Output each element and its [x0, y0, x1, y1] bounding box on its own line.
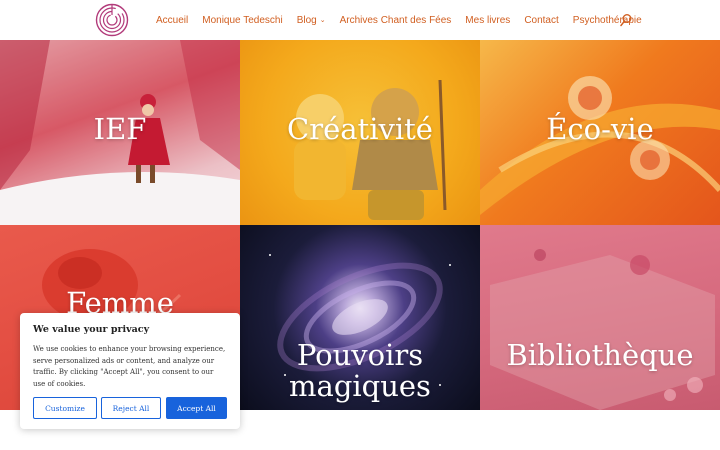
tile-label: Pouvoirs magiques [240, 340, 480, 402]
labyrinth-logo-icon[interactable] [94, 3, 130, 37]
nav-label: Contact [524, 14, 559, 26]
reject-all-button[interactable]: Reject All [101, 397, 161, 419]
nav-blog[interactable]: Blog ⌄ [297, 15, 326, 26]
cookie-consent-banner: We value your privacy We use cookies to … [20, 313, 240, 429]
nav-archives[interactable]: Archives Chant des Fées [340, 15, 452, 26]
tile-label-line2: magiques [289, 369, 431, 403]
tile-label: Créativité [287, 112, 433, 146]
cookie-description: We use cookies to enhance your browsing … [33, 345, 226, 388]
tile-eco-vie[interactable]: Éco-vie [480, 40, 720, 225]
nav-label: Blog [296, 14, 317, 26]
tile-label: IEF [93, 112, 147, 146]
nav-mes-livres[interactable]: Mes livres [465, 15, 510, 26]
nav-label: Monique Tedeschi [202, 14, 283, 26]
nav-contact[interactable]: Contact [524, 15, 558, 26]
nav-label: Mes livres [465, 14, 511, 26]
nav-monique-tedeschi[interactable]: Monique Tedeschi [202, 15, 282, 26]
tile-ief[interactable]: IEF [0, 40, 240, 225]
tile-pouvoirs-magiques[interactable]: Pouvoirs magiques [240, 225, 480, 410]
customize-button[interactable]: Customize [33, 397, 97, 419]
tile-label: Éco-vie [546, 112, 654, 146]
accept-all-button[interactable]: Accept All [166, 397, 227, 419]
site-header: Accueil Monique Tedeschi Blog ⌄ Archives … [0, 0, 720, 40]
nav-label: Archives Chant des Fées [339, 14, 452, 26]
tile-label: Bibliothèque [506, 338, 694, 372]
tile-label-line1: Pouvoirs [296, 338, 424, 372]
nav-accueil[interactable]: Accueil [156, 15, 188, 26]
tile-creativite[interactable]: Créativité [240, 40, 480, 225]
cookie-buttons: Customize Reject All Accept All [33, 397, 227, 419]
book-roses-image [490, 249, 715, 410]
cookie-title: We value your privacy [33, 324, 150, 335]
search-icon[interactable] [620, 13, 632, 27]
chevron-down-icon: ⌄ [319, 17, 326, 24]
main-navigation: Accueil Monique Tedeschi Blog ⌄ Archives … [156, 0, 656, 40]
nav-label: Accueil [156, 14, 189, 26]
tile-bibliotheque[interactable]: Bibliothèque [480, 225, 720, 410]
